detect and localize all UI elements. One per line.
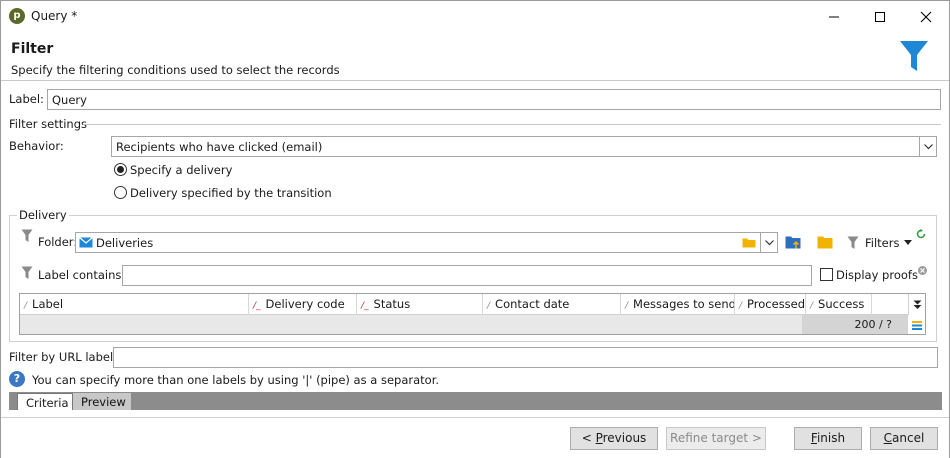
tab-preview[interactable]: Preview: [73, 393, 131, 410]
close-icon: [920, 11, 932, 23]
clear-icon[interactable]: [918, 266, 927, 275]
label-contains-label: Label contains:: [38, 268, 126, 282]
transition-delivery-label: Delivery specified by the transition: [130, 186, 332, 200]
label-contains-input[interactable]: [122, 265, 812, 286]
tab-strip: Criteria Preview: [9, 392, 942, 410]
folder-label: Folder:: [38, 235, 78, 249]
info-text: You can specify more than one labels by …: [32, 373, 440, 387]
column-header-processed[interactable]: / Processed: [735, 294, 806, 315]
filter-settings-title: Filter settings: [9, 117, 87, 131]
display-proofs-label: Display proofs: [836, 268, 918, 282]
delivery-grid[interactable]: / Label /_ Delivery code /_ Status / Contact…: [19, 293, 926, 335]
maximize-icon: [875, 12, 885, 22]
grid-config-icon[interactable]: [912, 321, 922, 330]
email-icon: [79, 237, 93, 248]
help-icon: ?: [9, 371, 25, 387]
folder-value: Deliveries: [96, 236, 154, 250]
url-filter-label: Filter by URL label:: [9, 350, 118, 364]
minimize-button[interactable]: [811, 1, 857, 32]
delivery-group-title: Delivery: [17, 208, 69, 222]
label-field-label: Label:: [9, 92, 44, 106]
refresh-icon[interactable]: [916, 229, 926, 239]
maximize-button[interactable]: [857, 1, 903, 32]
app-icon: p: [9, 8, 25, 24]
page-title: Filter: [11, 41, 54, 57]
grid-header: / Label /_ Delivery code /_ Status / Contact…: [20, 294, 908, 315]
tab-criteria[interactable]: Criteria: [17, 393, 73, 410]
specify-delivery-radio[interactable]: [114, 163, 127, 176]
footer-divider: [1, 417, 949, 418]
label-input[interactable]: Query: [47, 89, 941, 110]
grid-footer-row: [20, 315, 908, 334]
funnel-icon: [900, 41, 928, 71]
filters-funnel-icon[interactable]: [847, 236, 859, 250]
record-count: 200 / ?: [802, 315, 908, 334]
refine-target-button[interactable]: Refine target >: [666, 427, 766, 450]
open-folder-icon[interactable]: [817, 235, 834, 249]
column-header-delivery-code[interactable]: /_ Delivery code: [249, 294, 357, 315]
specify-delivery-label: Specify a delivery: [130, 163, 233, 177]
title-bar: p Query *: [1, 1, 949, 32]
query-window: p Query * Filter Specify the filtering c…: [0, 0, 950, 458]
previous-button[interactable]: < Previous: [570, 427, 658, 450]
close-button[interactable]: [903, 1, 949, 32]
caret-down-icon[interactable]: [904, 240, 912, 245]
label-filter-icon: [21, 266, 33, 279]
url-filter-input[interactable]: [113, 347, 938, 368]
column-header-messages-to-send[interactable]: / Messages to send: [621, 294, 735, 315]
column-header-status[interactable]: /_ Status: [357, 294, 483, 315]
window-title: Query *: [31, 9, 78, 23]
chevron-down-icon: [765, 240, 774, 246]
column-header-label[interactable]: / Label: [20, 294, 249, 315]
folder-up-icon[interactable]: [785, 234, 803, 250]
grid-column-menu-button[interactable]: [908, 294, 925, 315]
filters-button-label[interactable]: Filters: [865, 236, 899, 250]
column-header-contact-date[interactable]: / Contact date: [483, 294, 621, 315]
content-area: Label: Query Filter settings Behavior: R…: [1, 82, 949, 458]
behavior-dropdown-button[interactable]: [919, 137, 936, 156]
minimize-icon: [829, 16, 839, 18]
folder-dropdown-button[interactable]: [760, 233, 777, 252]
filter-settings-divider: [83, 124, 941, 125]
display-proofs-checkbox[interactable]: [820, 268, 833, 281]
wizard-header: Filter Specify the filtering conditions …: [1, 33, 949, 81]
folder-icon[interactable]: [742, 237, 756, 248]
page-subtitle: Specify the filtering conditions used to…: [11, 63, 340, 77]
finish-button[interactable]: Finish: [794, 427, 862, 450]
chevron-down-icon: [924, 144, 933, 150]
column-header-success[interactable]: / Success: [806, 294, 872, 315]
folder-select[interactable]: Deliveries: [75, 232, 778, 253]
behavior-label: Behavior:: [9, 139, 64, 153]
transition-delivery-radio[interactable]: [114, 186, 127, 199]
double-chevron-down-icon: [913, 300, 922, 309]
behavior-select[interactable]: Recipients who have clicked (email): [111, 136, 937, 157]
behavior-select-value: Recipients who have clicked (email): [116, 140, 323, 154]
filter-icon: [21, 229, 33, 242]
cancel-button[interactable]: Cancel: [870, 427, 938, 450]
